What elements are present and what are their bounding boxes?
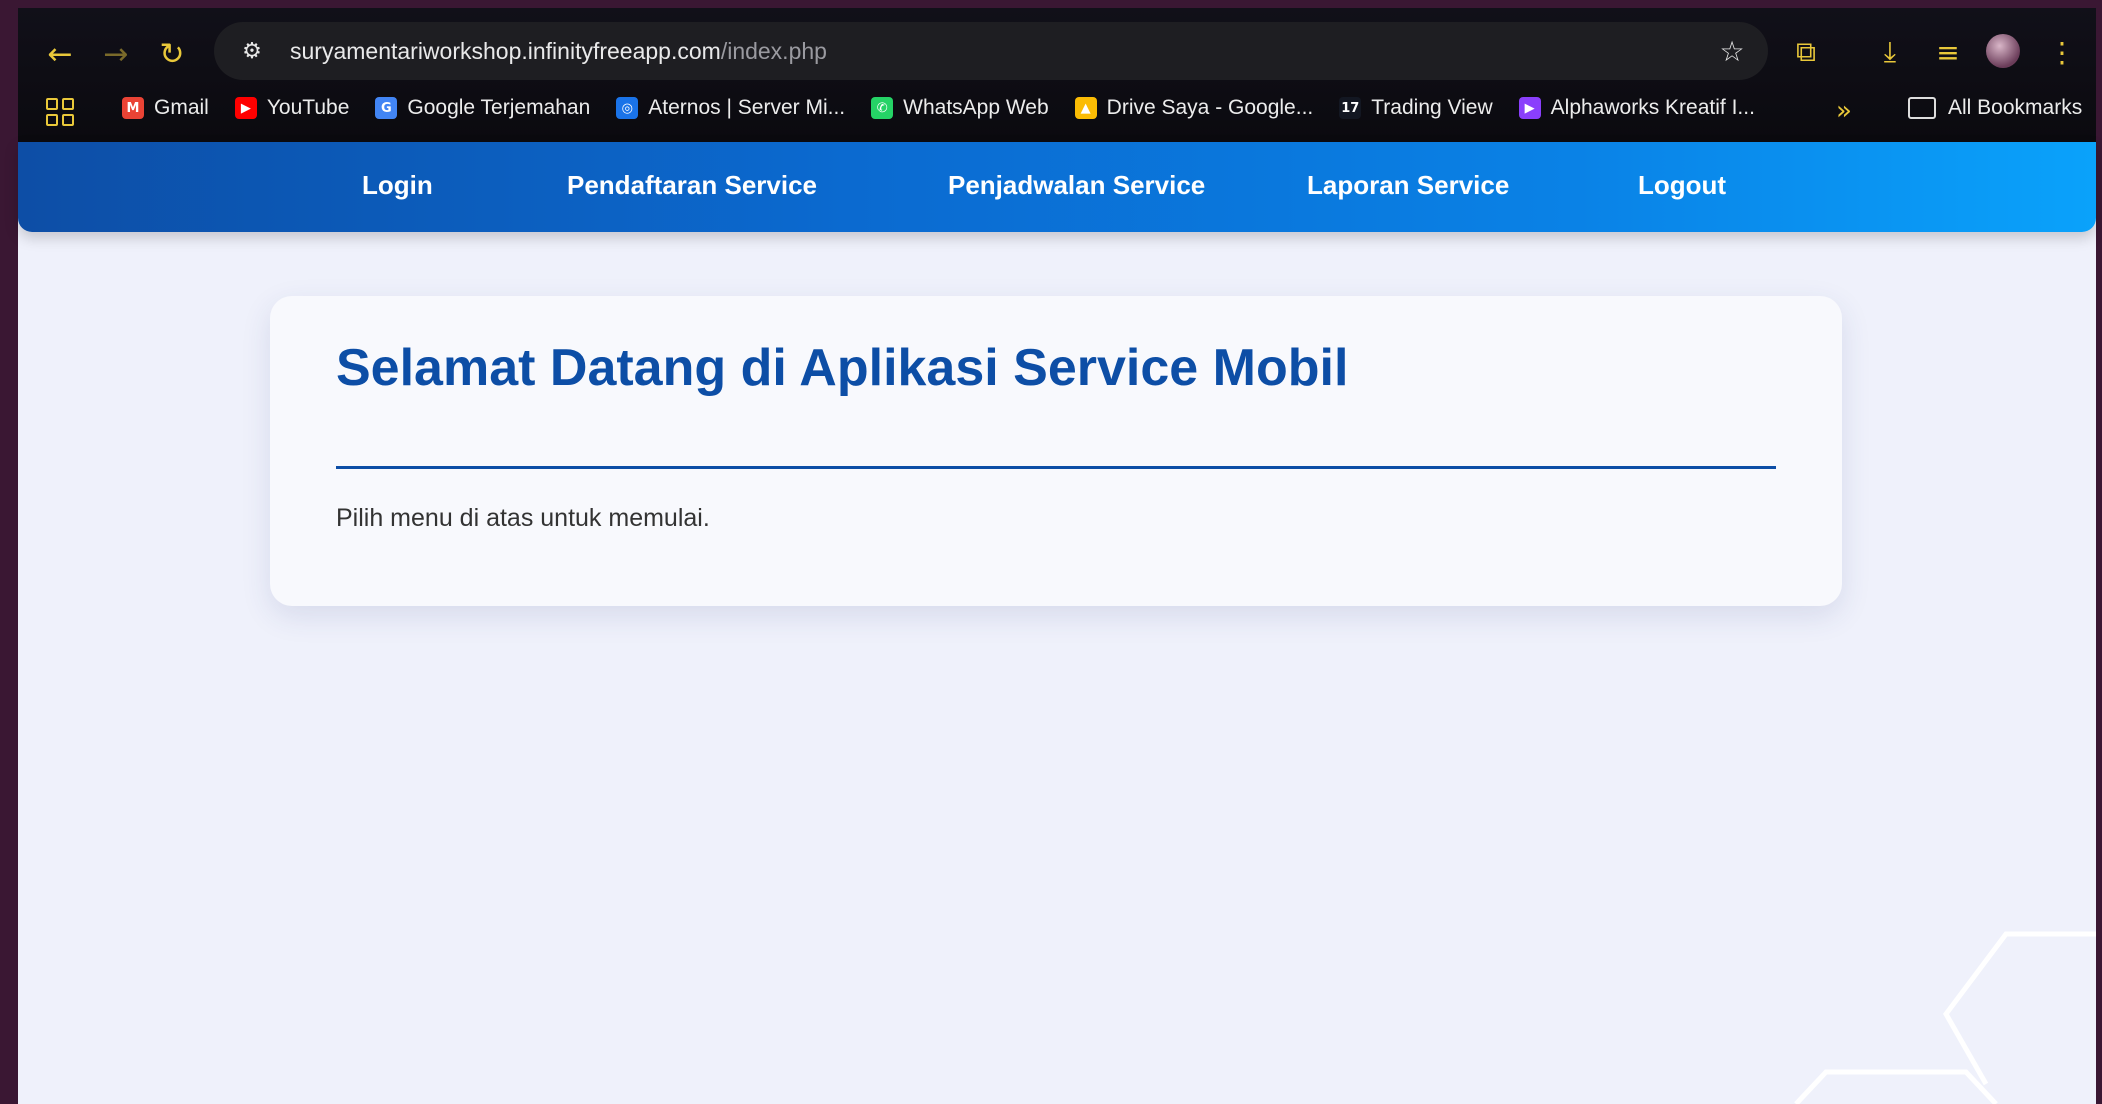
browser-window: ← → ↻ ⚙ suryamentariworkshop.infinityfre… xyxy=(18,8,2096,1104)
welcome-subtitle: Pilih menu di atas untuk memulai. xyxy=(336,504,710,532)
all-bookmarks-button[interactable]: All Bookmarks xyxy=(1908,96,2082,120)
translate-icon: G xyxy=(375,97,398,119)
tradingview-icon: 17 xyxy=(1339,97,1362,119)
nav-login[interactable]: Login xyxy=(362,170,433,201)
bookmark-item[interactable]: ▲ Drive Saya - Google... xyxy=(1074,96,1314,120)
menu-kebab-icon[interactable]: ⋮ xyxy=(2042,32,2082,72)
url-text[interactable]: suryamentariworkshop.infinityfreeapp.com… xyxy=(290,38,827,65)
profile-avatar[interactable] xyxy=(1986,34,2020,68)
welcome-card: Selamat Datang di Aplikasi Service Mobil… xyxy=(270,296,1842,606)
back-icon[interactable]: ← xyxy=(40,34,80,74)
site-navbar: Login Pendaftaran Service Penjadwalan Se… xyxy=(18,142,2096,232)
youtube-icon: ▶ xyxy=(234,97,257,119)
media-queue-icon[interactable]: ≡ xyxy=(1928,32,1968,72)
aternos-icon: ◎ xyxy=(616,97,639,119)
address-bar[interactable]: ⚙ suryamentariworkshop.infinityfreeapp.c… xyxy=(214,22,1768,80)
decorative-hexagon-outline xyxy=(1736,904,2096,1104)
bookmarks-list: M Gmail ▶ YouTube G Google Terjemahan ◎ Aternos… xyxy=(122,96,1755,120)
extensions-icon[interactable]: ⧉ xyxy=(1786,32,1826,72)
bookmark-label: Aternos | Server Mi... xyxy=(648,96,846,119)
all-bookmarks-label: All Bookmarks xyxy=(1948,96,2083,119)
browser-chrome: ← → ↻ ⚙ suryamentariworkshop.infinityfre… xyxy=(18,8,2096,142)
whatsapp-icon: ✆ xyxy=(871,97,894,119)
bookmark-label: Trading View xyxy=(1371,96,1493,119)
reload-icon[interactable]: ↻ xyxy=(152,34,192,74)
bookmark-item[interactable]: ✆ WhatsApp Web xyxy=(871,96,1049,120)
bookmark-item[interactable]: 17 Trading View xyxy=(1339,96,1493,120)
bookmark-label: Gmail xyxy=(154,96,209,119)
bookmark-item[interactable]: ▶ YouTube xyxy=(234,96,350,120)
apps-grid-icon[interactable] xyxy=(46,98,74,126)
bookmark-label: WhatsApp Web xyxy=(903,96,1049,119)
forward-icon[interactable]: → xyxy=(96,34,136,74)
bookmark-label: Alphaworks Kreatif I... xyxy=(1550,96,1755,119)
bookmark-star-icon[interactable]: ☆ xyxy=(1714,33,1750,69)
bookmark-item[interactable]: ◎ Aternos | Server Mi... xyxy=(616,96,845,120)
title-divider xyxy=(336,466,1776,469)
folder-icon xyxy=(1908,97,1936,119)
more-bookmarks-icon[interactable]: » xyxy=(1836,96,1852,126)
bookmarks-bar: M Gmail ▶ YouTube G Google Terjemahan ◎ Aternos… xyxy=(18,88,2096,136)
bookmark-item[interactable]: G Google Terjemahan xyxy=(375,96,590,120)
gmail-icon: M xyxy=(122,97,144,119)
download-icon[interactable]: ⤓ xyxy=(1870,32,1910,72)
nav-pendaftaran-service[interactable]: Pendaftaran Service xyxy=(567,170,817,201)
bookmark-item[interactable]: M Gmail xyxy=(122,96,209,120)
nav-laporan-service[interactable]: Laporan Service xyxy=(1307,170,1509,201)
nav-penjadwalan-service[interactable]: Penjadwalan Service xyxy=(948,170,1205,201)
bookmark-label: Google Terjemahan xyxy=(407,96,591,119)
page-title: Selamat Datang di Aplikasi Service Mobil xyxy=(336,339,1349,397)
url-path: /index.php xyxy=(720,38,827,64)
nav-logout[interactable]: Logout xyxy=(1638,170,1726,201)
url-host: suryamentariworkshop.infinityfreeapp.com xyxy=(290,38,721,64)
drive-icon: ▲ xyxy=(1074,97,1097,119)
site-info-icon[interactable]: ⚙ xyxy=(236,35,268,67)
alphaworks-icon: ▶ xyxy=(1518,97,1541,119)
bookmark-item[interactable]: ▶ Alphaworks Kreatif I... xyxy=(1518,96,1755,120)
bookmark-label: YouTube xyxy=(266,96,350,119)
bookmark-label: Drive Saya - Google... xyxy=(1106,96,1314,119)
